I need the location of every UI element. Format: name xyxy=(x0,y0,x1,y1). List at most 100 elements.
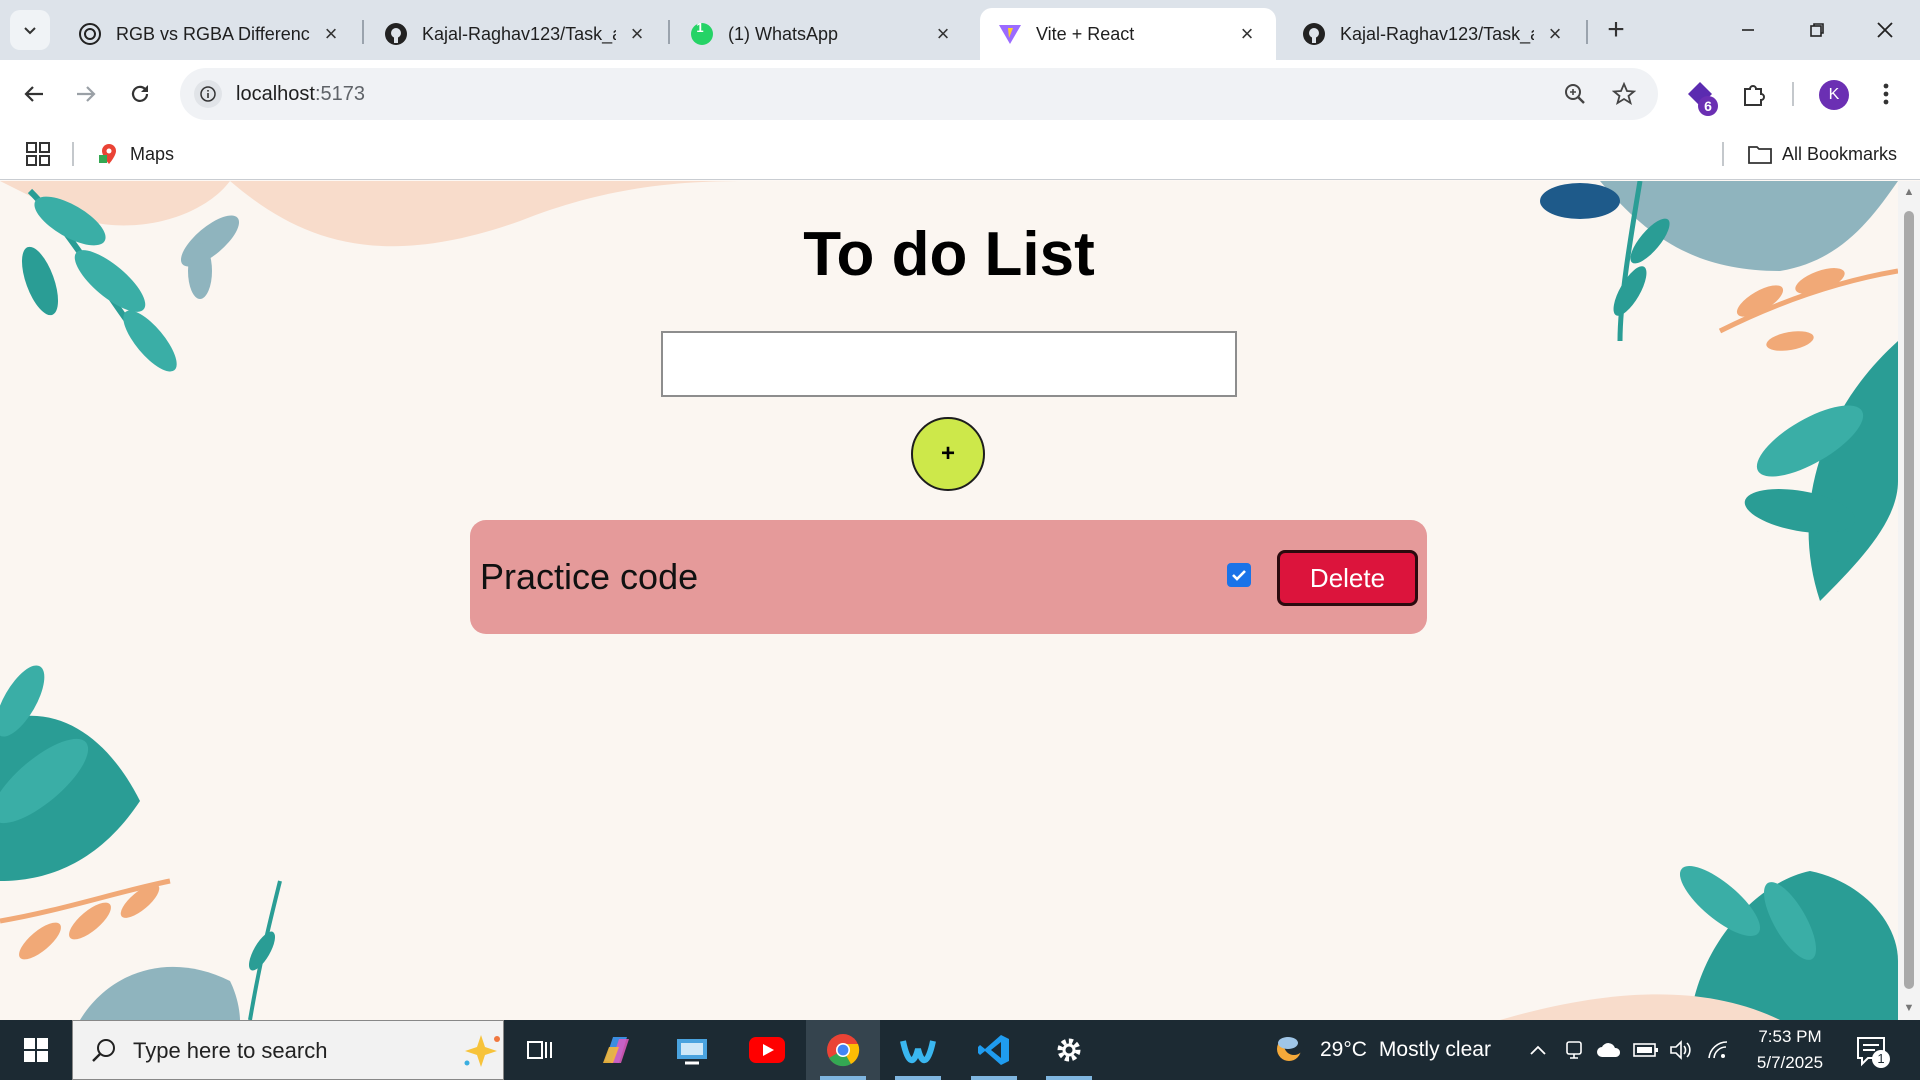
url-host: localhost xyxy=(236,83,315,105)
close-icon[interactable]: × xyxy=(626,21,648,46)
tab-strip: RGB vs RGBA Difference × Kajal-Raghav123… xyxy=(0,0,1920,60)
wifi-icon[interactable] xyxy=(1706,1038,1732,1062)
bookmarks-bar: Maps All Bookmarks xyxy=(0,128,1920,180)
back-arrow-icon xyxy=(24,86,43,102)
tab-divider xyxy=(362,20,364,44)
tab-divider xyxy=(1586,20,1588,44)
tab-github-1[interactable]: Kajal-Raghav123/Task_ap × xyxy=(366,8,666,60)
notification-count-badge: 1 xyxy=(1872,1050,1890,1068)
site-info-icon[interactable] xyxy=(194,80,222,108)
folder-icon xyxy=(1748,144,1772,164)
bookmarks-divider xyxy=(1722,142,1724,166)
add-task-button[interactable]: + xyxy=(911,417,985,491)
extensions-button[interactable] xyxy=(1734,74,1774,114)
tab-rgb-vs-rgba[interactable]: RGB vs RGBA Difference × xyxy=(60,8,360,60)
page-scrollbar[interactable]: ▲ ▼ xyxy=(1898,181,1920,1020)
task-view-button[interactable] xyxy=(503,1020,577,1080)
search-placeholder: Type here to search xyxy=(133,1038,328,1063)
tab-title: (1) WhatsApp xyxy=(728,23,839,44)
file-manager-icon xyxy=(677,1039,707,1065)
avatar[interactable]: K xyxy=(1819,80,1849,110)
url-port: :5173 xyxy=(314,83,365,105)
reload-icon xyxy=(131,85,149,102)
page-viewport: To do List + Practice code Delete xyxy=(0,181,1898,1020)
tab-search-button[interactable] xyxy=(10,10,50,50)
clock-date: 5/7/2025 xyxy=(1756,1053,1824,1072)
taskbar-file-manager[interactable] xyxy=(655,1020,729,1080)
close-icon[interactable]: × xyxy=(932,21,954,46)
search-icon xyxy=(92,1039,115,1062)
copilot-sparkle-icon xyxy=(464,1035,500,1067)
kebab-menu-icon xyxy=(1883,83,1889,105)
taskbar-search-box[interactable]: Type here to search xyxy=(72,1020,504,1080)
taskbar-copilot[interactable] xyxy=(579,1020,653,1080)
onedrive-cloud-icon[interactable] xyxy=(1596,1038,1622,1062)
chatgpt-icon xyxy=(78,22,102,46)
toolbar-divider xyxy=(1792,82,1794,106)
volume-icon[interactable] xyxy=(1668,1038,1694,1062)
delete-task-button[interactable]: Delete xyxy=(1277,550,1418,606)
tab-title: Kajal-Raghav123/Task_ap xyxy=(422,23,616,44)
bookmark-star-icon[interactable] xyxy=(1610,80,1638,108)
active-app-indicator xyxy=(895,1076,941,1080)
active-app-indicator xyxy=(971,1076,1017,1080)
tab-divider xyxy=(668,20,670,44)
windows-logo-icon xyxy=(24,1038,48,1062)
tab-title: RGB vs RGBA Difference xyxy=(116,23,310,44)
restore-button[interactable] xyxy=(1782,0,1852,60)
all-bookmarks-button[interactable]: All Bookmarks xyxy=(1748,128,1897,180)
system-clock[interactable]: 7:53 PM 5/7/2025 xyxy=(1740,1024,1840,1076)
back-button[interactable] xyxy=(14,74,54,114)
chevron-down-icon xyxy=(24,27,36,35)
battery-icon[interactable] xyxy=(1633,1038,1659,1062)
active-app-indicator xyxy=(1046,1076,1092,1080)
tab-title: Kajal-Raghav123/Task_ap xyxy=(1340,23,1534,44)
bookmark-maps[interactable]: Maps xyxy=(98,128,174,180)
close-icon[interactable]: × xyxy=(1236,21,1258,46)
taskbar-settings[interactable] xyxy=(1032,1020,1106,1080)
all-bookmarks-label: All Bookmarks xyxy=(1782,144,1898,164)
chevron-up-icon[interactable] xyxy=(1525,1038,1551,1062)
maps-icon xyxy=(98,143,120,165)
meet-now-icon[interactable] xyxy=(1561,1038,1587,1062)
reload-button[interactable] xyxy=(120,74,160,114)
close-icon[interactable]: × xyxy=(320,21,342,46)
apps-grid-icon[interactable] xyxy=(24,140,52,168)
taskbar-chrome[interactable] xyxy=(806,1020,880,1080)
bookmarks-divider xyxy=(72,142,74,166)
task-text: Practice code xyxy=(480,556,699,597)
menu-button[interactable] xyxy=(1866,74,1906,114)
address-bar[interactable]: localhost:5173 xyxy=(180,68,1658,120)
notification-center-button[interactable]: 1 xyxy=(1854,1034,1890,1068)
new-tab-button[interactable]: + xyxy=(1598,12,1634,48)
forward-button[interactable] xyxy=(66,74,106,114)
task-input[interactable] xyxy=(661,331,1237,397)
taskbar-webex[interactable] xyxy=(881,1020,955,1080)
scrollbar-thumb[interactable] xyxy=(1904,211,1914,989)
youtube-icon xyxy=(749,1037,785,1063)
scroll-up-arrow-icon[interactable]: ▲ xyxy=(1902,185,1916,199)
close-window-button[interactable] xyxy=(1850,0,1920,60)
task-complete-checkbox[interactable] xyxy=(1227,563,1251,587)
tab-whatsapp[interactable]: (1) WhatsApp × xyxy=(672,8,972,60)
tab-github-2[interactable]: Kajal-Raghav123/Task_ap × xyxy=(1284,8,1584,60)
start-button[interactable] xyxy=(12,1030,60,1070)
tab-vite-react[interactable]: Vite + React × xyxy=(980,8,1276,60)
zoom-icon[interactable] xyxy=(1561,80,1589,108)
task-view-icon xyxy=(527,1041,552,1059)
github-icon xyxy=(384,22,408,46)
vscode-icon xyxy=(978,1035,1009,1065)
taskbar-vscode[interactable] xyxy=(957,1020,1031,1080)
weather-condition: Mostly clear xyxy=(1378,1038,1491,1061)
browser-toolbar: localhost:5173 xyxy=(0,60,1920,128)
taskbar-youtube[interactable] xyxy=(730,1020,804,1080)
weather-widget[interactable]: 29°C Mostly clear xyxy=(1274,1020,1491,1080)
copilot-icon xyxy=(603,1037,629,1063)
scroll-down-arrow-icon[interactable]: ▼ xyxy=(1902,1001,1916,1015)
task-item: Practice code Delete xyxy=(470,520,1427,634)
close-icon[interactable]: × xyxy=(1544,21,1566,46)
vite-icon xyxy=(998,22,1022,46)
minimize-button[interactable] xyxy=(1713,0,1783,60)
bookmark-label: Maps xyxy=(130,144,175,164)
minimize-icon xyxy=(1742,29,1754,31)
